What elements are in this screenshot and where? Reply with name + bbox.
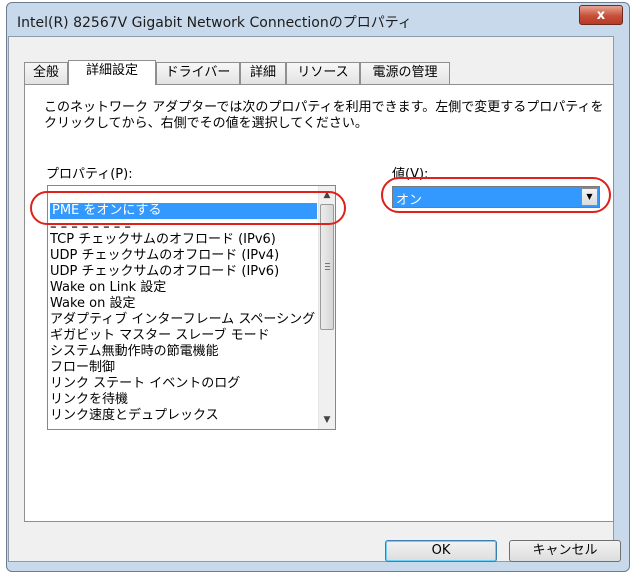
tab-advanced[interactable]: 詳細設定 — [68, 60, 156, 85]
highlight-ring-value — [381, 177, 611, 213]
cancel-button[interactable]: キャンセル — [509, 540, 621, 562]
title-bar[interactable]: Intel(R) 82567V Gigabit Network Connecti… — [7, 3, 629, 39]
property-label: プロパティ(P): — [46, 167, 133, 182]
description-line-1: このネットワーク アダプターでは次のプロパティを利用できます。左側で変更するプロ… — [44, 100, 604, 115]
list-item[interactable]: システム無動作時の節電機能 — [50, 344, 219, 360]
list-item[interactable]: TCP チェックサムのオフロード (IPv6) — [50, 232, 276, 248]
list-item[interactable]: ギガビット マスター スレーブ モード — [50, 328, 270, 344]
grip-line — [325, 266, 330, 267]
list-item[interactable]: リンクを待機 — [50, 392, 128, 408]
close-button[interactable]: x — [579, 5, 623, 25]
list-item[interactable]: リンク ステート イベントのログ — [50, 376, 240, 392]
highlight-ring-property — [30, 191, 346, 225]
window-title: Intel(R) 82567V Gigabit Network Connecti… — [17, 15, 412, 31]
description-text: このネットワーク アダプターでは次のプロパティを利用できます。左側で変更するプロ… — [44, 100, 614, 132]
tab-resources[interactable]: リソース — [286, 62, 360, 84]
description-line-2: クリックしてから、右側でその値を選択してください。 — [44, 116, 368, 131]
tab-details[interactable]: 詳細 — [240, 62, 286, 84]
scroll-down-arrow-icon[interactable]: ▼ — [319, 412, 335, 428]
list-item[interactable]: UDP チェックサムのオフロード (IPv4) — [50, 248, 279, 264]
tab-driver[interactable]: ドライバー — [156, 62, 240, 84]
list-item[interactable]: フロー制御 — [50, 360, 115, 376]
list-item[interactable]: リンク速度とデュプレックス — [50, 408, 219, 424]
tab-power-management[interactable]: 電源の管理 — [360, 62, 450, 84]
list-item[interactable]: アダプティブ インターフレーム スペーシング — [50, 312, 315, 328]
ok-button[interactable]: OK — [385, 540, 497, 562]
grip-line — [325, 269, 330, 270]
list-item[interactable]: Wake on 設定 — [50, 296, 136, 312]
grip-line — [325, 263, 330, 264]
list-item[interactable]: UDP チェックサムのオフロード (IPv6) — [50, 264, 279, 280]
list-item[interactable]: Wake on Link 設定 — [50, 280, 166, 296]
tab-general[interactable]: 全般 — [24, 62, 68, 84]
